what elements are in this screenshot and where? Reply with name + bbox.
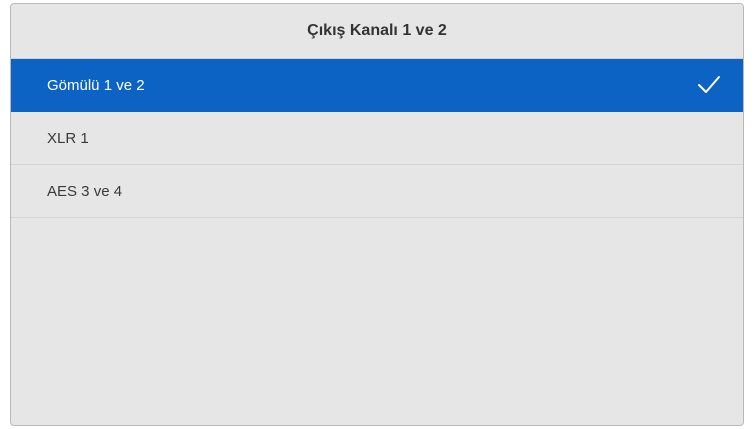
option-list: Gömülü 1 ve 2 XLR 1 AES 3 ve 4 [11, 59, 743, 218]
option-xlr-1[interactable]: XLR 1 [11, 112, 743, 165]
option-label: XLR 1 [47, 129, 89, 147]
option-label: AES 3 ve 4 [47, 182, 123, 200]
panel-header: Çıkış Kanalı 1 ve 2 [11, 4, 743, 59]
channel-select-panel: Çıkış Kanalı 1 ve 2 Gömülü 1 ve 2 XLR 1 … [10, 3, 744, 426]
option-aes-3-4[interactable]: AES 3 ve 4 [11, 165, 743, 218]
option-embedded-1-2[interactable]: Gömülü 1 ve 2 [11, 59, 743, 112]
check-icon [698, 76, 720, 93]
panel-title: Çıkış Kanalı 1 ve 2 [307, 22, 447, 39]
option-label: Gömülü 1 ve 2 [47, 76, 145, 94]
